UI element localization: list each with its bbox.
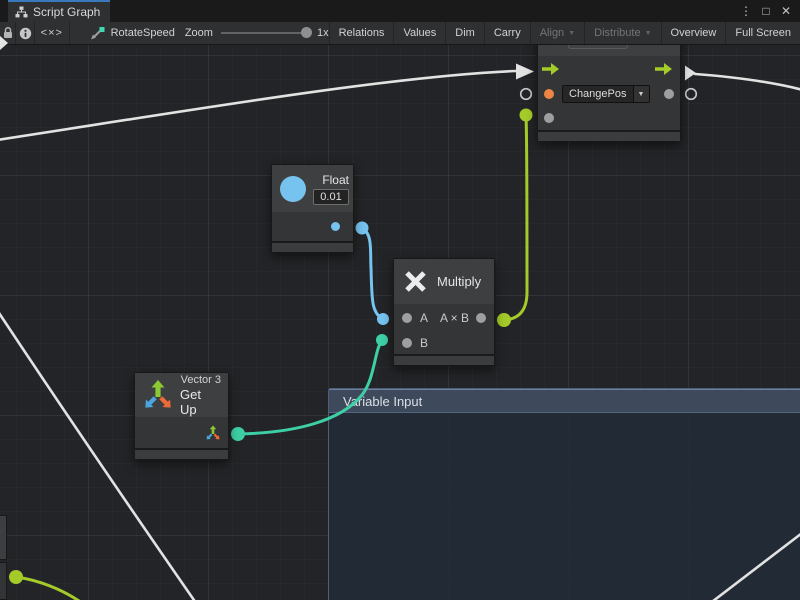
- info-button[interactable]: [16, 22, 35, 44]
- dim-button[interactable]: Dim: [446, 22, 485, 44]
- vector-node-header[interactable]: Vector 3 Get Up: [135, 373, 228, 417]
- multiply-input-a-port[interactable]: [402, 313, 412, 323]
- carry-button[interactable]: Carry: [485, 22, 531, 44]
- multiply-output-label: A × B: [440, 311, 469, 325]
- group-variable-input[interactable]: Variable Input: [328, 388, 800, 600]
- carry-label: Carry: [494, 27, 521, 39]
- multiply-node-footer: [394, 354, 494, 365]
- machine-breadcrumb[interactable]: RotateSpeed: [70, 22, 175, 44]
- overview-button[interactable]: Overview: [662, 22, 727, 44]
- offscreen-node-header[interactable]: [0, 515, 7, 560]
- float-title: Float: [322, 173, 349, 187]
- float-type-icon: [280, 176, 306, 202]
- chevron-down-icon: ▼: [633, 86, 649, 102]
- event-enum-port[interactable]: [544, 89, 554, 99]
- overview-label: Overview: [671, 27, 717, 39]
- machine-icon: [90, 26, 105, 40]
- multiply-input-a-label: A: [420, 311, 428, 325]
- multiply-input-b-port[interactable]: [402, 338, 412, 348]
- tab-bar: Script Graph ⋮ □ ✕: [0, 0, 800, 22]
- tab-title: Script Graph: [33, 5, 100, 19]
- vector-node-footer: [135, 448, 228, 459]
- values-label: Values: [403, 27, 436, 39]
- zoom-control: Zoom 1x: [175, 22, 330, 44]
- window-maximize-button[interactable]: □: [758, 4, 774, 18]
- multiply-icon: [403, 269, 428, 294]
- code-view-toggle[interactable]: <×>: [35, 22, 70, 44]
- vector3-icon: [142, 379, 174, 411]
- window-controls: ⋮ □ ✕: [738, 0, 800, 22]
- float-output-row: [272, 212, 353, 241]
- multiply-node-header[interactable]: Multiply: [394, 259, 494, 304]
- multiply-row-a: A A × B: [394, 304, 494, 332]
- vector-output-row: [135, 417, 228, 448]
- align-button[interactable]: Align ▼: [531, 22, 585, 44]
- vector-type-label: Vector 3: [181, 374, 221, 386]
- window-menu-button[interactable]: ⋮: [738, 4, 754, 18]
- dim-label: Dim: [455, 27, 475, 39]
- event-right-value-port[interactable]: [664, 89, 674, 99]
- zoom-slider[interactable]: [221, 27, 309, 39]
- vector-title: Get Up: [180, 387, 221, 417]
- group-header[interactable]: Variable Input: [329, 389, 800, 413]
- relations-label: Relations: [339, 27, 385, 39]
- vector-get-up-node[interactable]: Vector 3 Get Up: [134, 372, 229, 460]
- zoom-slider-knob[interactable]: [301, 27, 312, 38]
- multiply-node[interactable]: Multiply A A × B B: [393, 258, 495, 366]
- chevron-down-icon: ▼: [568, 30, 575, 37]
- zoom-value: 1x: [317, 27, 329, 39]
- group-title: Variable Input: [343, 394, 422, 409]
- float-output-port[interactable]: [331, 222, 340, 231]
- script-graph-window: Variable Input Gra: [0, 0, 800, 600]
- event-enum-row: ChangePos ▼: [538, 82, 680, 106]
- window-close-button[interactable]: ✕: [778, 4, 794, 18]
- multiply-input-b-label: B: [420, 336, 428, 350]
- event-trigger-row: [538, 56, 680, 82]
- values-button[interactable]: Values: [394, 22, 446, 44]
- distribute-label: Distribute: [594, 27, 640, 39]
- zoom-slider-track[interactable]: [221, 32, 309, 34]
- fold-corner-marker: [0, 36, 8, 50]
- trigger-input-arrow-icon[interactable]: [542, 63, 559, 75]
- multiply-title: Multiply: [437, 274, 481, 289]
- code-toggle-label: <×>: [41, 27, 63, 39]
- zoom-label: Zoom: [185, 27, 213, 39]
- vector-output-port[interactable]: [205, 425, 221, 441]
- trigger-output-arrow-icon[interactable]: [655, 63, 672, 75]
- offscreen-node-body[interactable]: [0, 562, 7, 600]
- relations-button[interactable]: Relations: [330, 22, 395, 44]
- multiply-row-b: B: [394, 332, 494, 354]
- graph-toolbar: <×> RotateSpeed Zoom 1x Relations Values…: [0, 22, 800, 45]
- full-screen-button[interactable]: Full Screen: [726, 22, 800, 44]
- tab-script-graph[interactable]: Script Graph: [8, 0, 110, 22]
- machine-name: RotateSpeed: [111, 27, 175, 39]
- full-screen-label: Full Screen: [735, 27, 791, 39]
- float-node[interactable]: Float 0.01: [271, 164, 354, 253]
- float-node-footer: [272, 241, 353, 252]
- changepos-value: ChangePos: [563, 86, 633, 102]
- event-left-value-port[interactable]: [544, 113, 554, 123]
- event-value-row: [538, 106, 680, 130]
- distribute-button[interactable]: Distribute ▼: [585, 22, 661, 44]
- align-label: Align: [540, 27, 564, 39]
- chevron-down-icon: ▼: [645, 30, 652, 37]
- multiply-output-port[interactable]: [476, 313, 486, 323]
- float-value-field[interactable]: 0.01: [313, 189, 349, 205]
- changepos-dropdown[interactable]: ChangePos ▼: [562, 85, 650, 103]
- event-node-footer: [538, 130, 680, 141]
- float-node-header[interactable]: Float 0.01: [272, 165, 353, 212]
- graph-hierarchy-icon: [15, 6, 28, 18]
- info-icon: [19, 27, 32, 40]
